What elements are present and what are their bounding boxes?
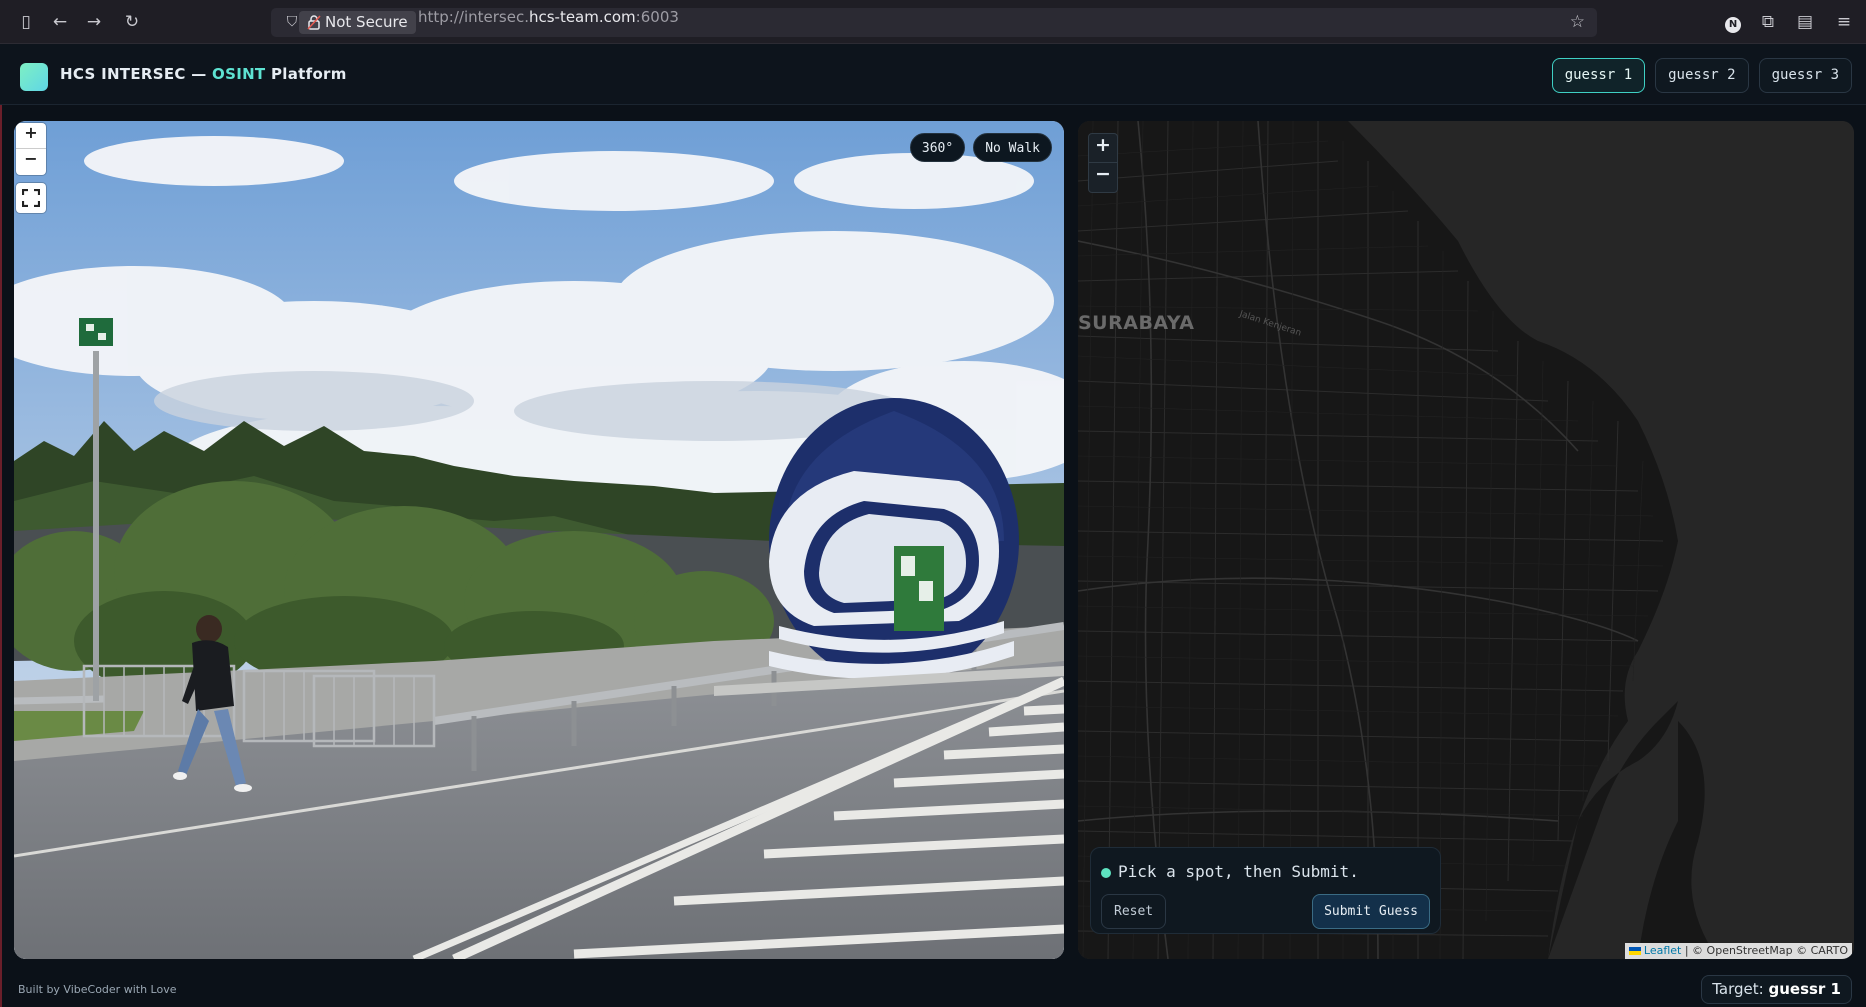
status-dot [1101, 868, 1111, 878]
submit-guess-button[interactable]: Submit Guess [1312, 894, 1430, 929]
menu-icon[interactable]: ≡ [1834, 12, 1854, 32]
street-view-image[interactable] [14, 121, 1064, 959]
city-label: SURABAYA [1078, 312, 1195, 334]
title-start: HCS INTERSEC — [60, 65, 213, 83]
footer-credit: Built by VibeCoder with Love [18, 983, 177, 996]
app-title: HCS INTERSEC — OSINT Platform [60, 65, 347, 83]
map-attribution: Leaflet | © OpenStreetMap © CARTO [1624, 943, 1852, 959]
url-domain: hcs-team.com [528, 8, 636, 26]
no-walk-toggle[interactable]: No Walk [973, 133, 1052, 162]
fullscreen-icon [22, 189, 40, 207]
map-zoom-out-button[interactable]: − [1089, 163, 1117, 192]
ukraine-flag-icon [1628, 947, 1641, 955]
title-accent: OSINT [212, 65, 266, 83]
street-view-mode-pills: 360° No Walk [909, 133, 1052, 162]
leaflet-link[interactable]: Leaflet [1644, 944, 1681, 957]
url-prefix: http://intersec. [418, 8, 529, 26]
street-zoom-in-button[interactable]: + [16, 123, 46, 149]
window-edge [0, 44, 2, 1007]
reload-icon[interactable]: ↻ [122, 12, 142, 32]
fullscreen-button[interactable] [16, 183, 46, 213]
security-indicator[interactable]: Not Secure [299, 11, 416, 34]
title-end: Platform [265, 65, 347, 83]
target-label: Target: [1712, 980, 1769, 998]
reset-button[interactable]: Reset [1101, 894, 1167, 929]
url-text[interactable]: http://intersec.hcs-team.com:6003 [418, 8, 679, 26]
attribution-text: | © OpenStreetMap © CARTO [1681, 944, 1848, 957]
guess-panel: Pick a spot, then Submit. Reset Submit G… [1090, 847, 1441, 934]
back-icon[interactable]: ← [50, 12, 70, 32]
tab-guessr-3[interactable]: guessr 3 [1758, 58, 1852, 93]
account-icon[interactable]: N [1723, 12, 1743, 33]
target-badge: Target: guessr 1 [1701, 975, 1852, 1004]
bookmark-star-icon[interactable]: ☆ [1570, 12, 1585, 32]
guess-map[interactable]: + − SURABAYA Jalan Kenjeran Pick a spot,… [1078, 121, 1854, 959]
browser-toolbar: ▯ ← → ↻ ⛉ Not Secure http://intersec.hcs… [0, 0, 1866, 44]
sidebar-icon[interactable]: ▯ [16, 12, 36, 32]
reader-view-icon[interactable]: ▤ [1795, 12, 1815, 32]
forward-icon[interactable]: → [84, 12, 104, 32]
app-header: HCS INTERSEC — OSINT Platform guessr 1 g… [0, 44, 1866, 105]
insecure-lock-icon [307, 15, 321, 30]
status-text: Pick a spot, then Submit. [1118, 862, 1359, 881]
tab-guessr-2[interactable]: guessr 2 [1655, 58, 1749, 93]
security-label: Not Secure [325, 13, 408, 31]
street-zoom-control: + − [16, 123, 46, 175]
extensions-icon[interactable]: ⧉ [1758, 12, 1778, 32]
address-bar[interactable]: ⛉ Not Secure http://intersec.hcs-team.co… [271, 8, 1597, 37]
map-zoom-in-button[interactable]: + [1089, 134, 1117, 163]
url-port: :6003 [635, 8, 679, 26]
challenge-tabs: guessr 1 guessr 2 guessr 3 [1551, 58, 1852, 93]
street-zoom-out-button[interactable]: − [16, 149, 46, 175]
tab-guessr-1[interactable]: guessr 1 [1551, 58, 1646, 93]
map-zoom-control: + − [1088, 133, 1118, 193]
map-tiles[interactable] [1078, 121, 1854, 959]
street-view-panel[interactable]: + − 360° No Walk [14, 121, 1064, 959]
360-toggle[interactable]: 360° [909, 133, 966, 162]
target-value: guessr 1 [1768, 980, 1841, 998]
app-logo [20, 63, 48, 91]
